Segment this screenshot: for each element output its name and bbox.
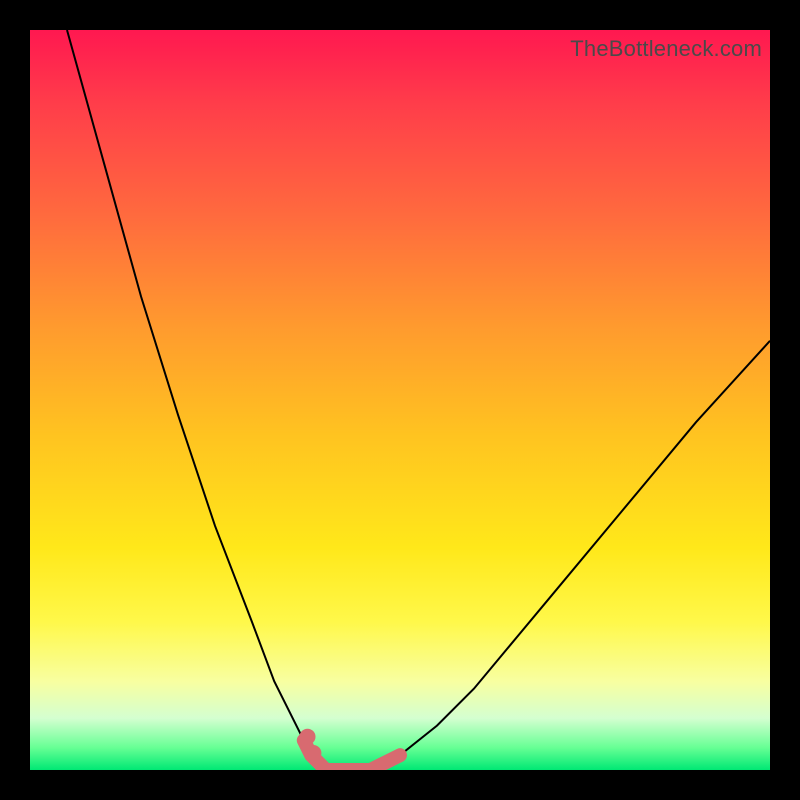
- bottleneck-curve: [67, 30, 770, 770]
- bottleneck-plot: [30, 30, 770, 770]
- highlight-dot: [305, 745, 321, 761]
- chart-area: TheBottleneck.com: [30, 30, 770, 770]
- highlight-dot: [300, 729, 316, 745]
